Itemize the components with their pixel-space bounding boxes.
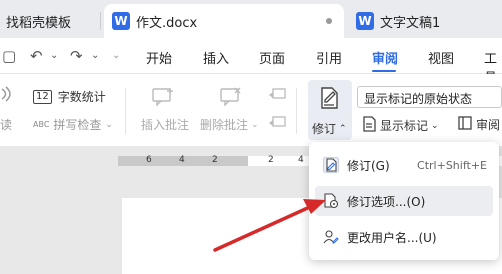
ruler-tick: 2 — [212, 155, 218, 165]
menu-tab-view[interactable]: 视图 — [428, 48, 454, 67]
word-count-label: 字数统计 — [57, 90, 106, 104]
tab-document-active[interactable]: W 作文.docx — [104, 4, 344, 38]
tab-separator — [100, 12, 101, 30]
chevron-down-icon: ⌄ — [251, 119, 259, 130]
track-options-icon — [323, 193, 339, 209]
word-count-button[interactable]: 12 字数统计 — [33, 88, 106, 105]
menu-tab-page[interactable]: 页面 — [259, 48, 285, 67]
undo-icon[interactable]: ↶ — [30, 47, 43, 65]
chevron-down-icon: ⌄ — [105, 119, 113, 130]
insert-comment-icon[interactable] — [152, 86, 174, 106]
menu-item-label: 修订(G) — [347, 158, 390, 173]
spell-check-icon: ABC — [33, 120, 50, 129]
show-markup-icon — [362, 116, 376, 135]
tab-templates[interactable]: 找稻壳模板 — [0, 4, 98, 38]
menu-item-track-options[interactable]: 修订选项...(O) — [315, 186, 493, 216]
ribbon-menu-bar: ▢ ↶ ⌄ ↷ ⌄ ⌄ 开始 插入 页面 引用 审阅 视图 工具 — [0, 38, 502, 86]
edit-user-icon — [323, 229, 339, 245]
delete-comment-icon[interactable] — [220, 86, 242, 106]
insert-comment-label[interactable]: 插入批注 — [141, 116, 189, 133]
word-doc-icon: W — [356, 12, 374, 30]
menu-tab-review[interactable]: 审阅 — [372, 48, 398, 67]
menu-item-label: 更改用户名...(U) — [347, 230, 437, 245]
spell-check-label: 拼写检查 — [53, 118, 102, 132]
chevron-up-icon: ⌃ — [339, 123, 347, 134]
menu-tab-references[interactable]: 引用 — [316, 48, 342, 67]
more-icon[interactable]: ⌄ — [112, 50, 120, 61]
word-count-icon: 12 — [33, 89, 52, 104]
track-changes-button[interactable]: 修订 ⌃ — [308, 80, 352, 140]
active-tab-indicator — [372, 70, 396, 72]
previous-comment-icon[interactable] — [268, 88, 286, 102]
chevron-down-icon: ⌄ — [431, 120, 439, 131]
review-pane-icon — [458, 116, 472, 133]
toolbar-separator — [296, 88, 297, 134]
chevron-down-icon[interactable]: ⌄ — [50, 50, 58, 61]
track-changes-icon — [319, 86, 339, 113]
menu-tab-home[interactable]: 开始 — [146, 48, 172, 67]
show-markup-button[interactable]: 显示标记 ⌄ — [362, 116, 439, 135]
tab-document-2[interactable]: W 文字文稿1 — [352, 4, 502, 38]
review-toolbar: 读 12 字数统计 ABC 拼写检查 ⌄ 插入批注 删除批注 ⌄ 修订 ⌃ 显示… — [0, 74, 502, 146]
delete-comment-label: 删除批注 — [200, 118, 249, 132]
menu-item-track-changes[interactable]: 修订(G) Ctrl+Shift+E — [315, 150, 493, 180]
track-changes-icon — [323, 157, 339, 173]
tab-document-2-label: 文字文稿1 — [380, 15, 441, 31]
menu-tab-insert[interactable]: 插入 — [203, 48, 229, 67]
track-changes-label: 修订 — [312, 122, 337, 136]
shortcut-label: Ctrl+Shift+E — [417, 158, 487, 172]
review-pane-label: 审阅 — [476, 118, 501, 132]
menu-item-change-username[interactable]: 更改用户名...(U) — [315, 222, 493, 252]
spell-check-button[interactable]: ABC 拼写检查 ⌄ — [33, 116, 113, 133]
ruler-tick: 4 — [298, 155, 304, 165]
redo-icon[interactable]: ↷ — [70, 47, 83, 65]
tab-document-label: 作文.docx — [136, 15, 198, 31]
review-pane-button[interactable]: 审阅 — [458, 116, 500, 133]
read-aloud-icon[interactable] — [0, 86, 14, 102]
chevron-down-icon[interactable]: ⌄ — [91, 50, 99, 61]
ruler-tick: 4 — [179, 155, 185, 165]
menu-item-label: 修订选项...(O) — [347, 194, 426, 209]
word-doc-icon: W — [112, 12, 130, 30]
title-tab-bar: 找稻壳模板 W 作文.docx W 文字文稿1 — [0, 0, 502, 38]
save-icon[interactable]: ▢ — [2, 47, 16, 65]
ruler-tick: 6 — [146, 155, 152, 165]
track-changes-dropdown: 修订(G) Ctrl+Shift+E 修订选项...(O) 更改用户名...(U… — [309, 142, 499, 260]
delete-comment-button[interactable]: 删除批注 ⌄ — [200, 116, 259, 133]
markup-display-select[interactable]: 显示标记的原始状态 — [357, 86, 502, 108]
tab-templates-label: 找稻壳模板 — [6, 15, 72, 31]
unsaved-dot-icon[interactable] — [326, 18, 332, 24]
next-comment-icon[interactable] — [268, 116, 286, 130]
show-markup-label: 显示标记 — [380, 119, 429, 133]
ruler-tick: 2 — [268, 155, 274, 165]
read-aloud-label[interactable]: 读 — [0, 116, 12, 133]
toolbar-separator — [125, 88, 126, 134]
